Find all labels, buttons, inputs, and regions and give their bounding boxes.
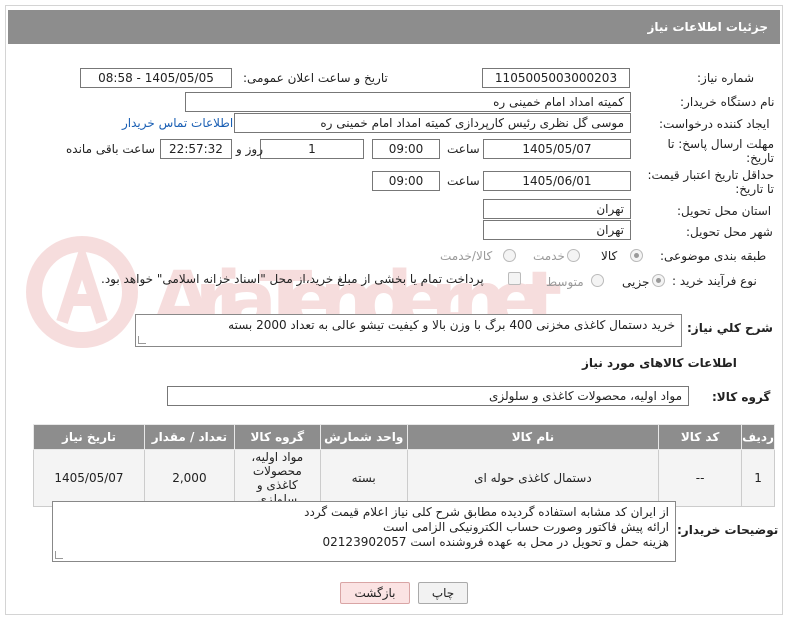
table-header-row: ردیف کد کالا نام کالا واحد شمارش گروه کا… — [33, 424, 775, 450]
cell-qty: 2,000 — [143, 449, 235, 507]
col-header-unit: واحد شمارش — [319, 424, 408, 450]
buyer-notes-label: توضیحات خریدار: — [677, 523, 779, 537]
summary-label: شرح کلي نياز: — [687, 321, 773, 335]
buyer-notes-line-3: هزینه حمل و تحویل در محل به عهده فروشنده… — [322, 535, 669, 549]
process-radio-medium[interactable] — [591, 274, 604, 287]
col-header-group: گروه کالا — [233, 424, 321, 450]
deadline-date-field[interactable]: 1405/05/07 — [483, 139, 631, 159]
cell-name: دستمال کاغذی حوله ای — [406, 449, 660, 507]
deadline-label: مهلت ارسال پاسخ: تا تاریخ: — [667, 137, 774, 165]
summary-text: خرید دستمال کاغذی مخزنی 400 برگ با وزن ب… — [228, 318, 675, 332]
col-header-name: نام کالا — [406, 424, 660, 450]
col-header-code: کد کالا — [658, 424, 743, 450]
days-label: روز و — [236, 142, 263, 156]
payment-checkbox[interactable] — [508, 272, 521, 285]
province-label: استان محل تحویل: — [677, 204, 772, 218]
category-radio-service[interactable] — [567, 249, 580, 262]
need-number-label: شماره نیاز: — [697, 71, 754, 85]
cell-unit: بسته — [319, 449, 408, 507]
col-header-qty: تعداد / مقدار — [143, 424, 235, 450]
buyer-org-label: نام دستگاه خریدار: — [680, 95, 775, 109]
goods-info-title: اطلاعات کالاهای مورد نیاز — [582, 356, 737, 370]
buyer-notes-textarea[interactable]: از ایران کد مشابه استفاده گردیده مطابق ش… — [52, 501, 676, 562]
announce-datetime-field[interactable]: 1405/05/05 - 08:58 — [80, 68, 232, 88]
buyer-contact-link[interactable]: اطلاعات تماس خریدار — [122, 116, 233, 130]
remaining-time-label: ساعت باقی مانده — [66, 142, 156, 156]
cell-row-num: 1 — [741, 449, 775, 507]
remaining-time-field[interactable]: 22:57:32 — [160, 139, 232, 159]
page-title: جزئیات اطلاعات نیاز — [647, 20, 768, 34]
summary-textarea[interactable]: خرید دستمال کاغذی مخزنی 400 برگ با وزن ب… — [135, 314, 682, 347]
process-label: نوع فرآیند خرید : — [672, 274, 757, 288]
category-radio-goods[interactable] — [630, 249, 643, 262]
category-option-goods-service: کالا/خدمت — [440, 249, 493, 263]
category-option-goods: کالا — [601, 249, 618, 263]
col-header-row-num: ردیف — [741, 424, 775, 450]
city-field[interactable]: تهران — [483, 220, 631, 240]
category-label: طبقه بندی موضوعی: — [660, 249, 767, 263]
goods-group-field[interactable]: مواد اولیه، محصولات کاغذی و سلولزی — [167, 386, 689, 406]
buyer-notes-line-1: از ایران کد مشابه استفاده گردیده مطابق ش… — [304, 505, 669, 519]
resize-grip-icon[interactable] — [138, 336, 146, 344]
cell-code: -- — [658, 449, 743, 507]
creator-field[interactable]: موسی گل نظری رئیس کارپردازی کمیته امداد … — [234, 113, 631, 133]
payment-note: پرداخت تمام یا بخشی از مبلغ خرید،از محل … — [101, 272, 484, 286]
back-button[interactable]: بازگشت — [340, 582, 410, 604]
process-option-minor: جزیی — [622, 275, 650, 289]
table-row[interactable]: 1 -- دستمال کاغذی حوله ای بسته مواد اولی… — [33, 449, 775, 507]
category-option-service: خدمت — [533, 249, 565, 263]
deadline-time-field[interactable]: 09:00 — [372, 139, 440, 159]
announce-label: تاریخ و ساعت اعلان عمومی: — [243, 71, 388, 85]
cell-date: 1405/05/07 — [33, 449, 145, 507]
col-header-date: تاریخ نیاز — [33, 424, 145, 450]
deadline-time-label: ساعت — [447, 142, 480, 156]
process-option-medium: متوسط — [546, 275, 584, 289]
items-table: ردیف کد کالا نام کالا واحد شمارش گروه کا… — [33, 424, 775, 507]
goods-group-label: گروه کالا: — [712, 390, 771, 404]
print-button[interactable]: چاپ — [418, 582, 468, 604]
need-number-field[interactable]: 1105005003000203 — [482, 68, 630, 88]
buyer-org-field[interactable]: کمیته امداد امام خمینی ره — [185, 92, 631, 112]
validity-date-field[interactable]: 1405/06/01 — [483, 171, 631, 191]
province-field[interactable]: تهران — [483, 199, 631, 219]
validity-label: حداقل تاریخ اعتبار قیمت: تا تاریخ: — [647, 168, 774, 196]
validity-time-field[interactable]: 09:00 — [372, 171, 440, 191]
city-label: شهر محل تحویل: — [686, 225, 773, 239]
page-header: جزئیات اطلاعات نیاز — [8, 10, 780, 44]
process-radio-minor[interactable] — [652, 274, 665, 287]
cell-group: مواد اولیه، محصولات کاغذی و سلولزی — [233, 449, 321, 507]
resize-grip-icon[interactable] — [55, 551, 63, 559]
buyer-notes-line-2: ارائه پیش فاکتور وصورت حساب الکترونیکی ا… — [382, 520, 669, 534]
days-remaining-field[interactable]: 1 — [260, 139, 364, 159]
creator-label: ایجاد کننده درخواست: — [659, 117, 770, 131]
validity-time-label: ساعت — [447, 174, 480, 188]
category-radio-goods-service[interactable] — [503, 249, 516, 262]
